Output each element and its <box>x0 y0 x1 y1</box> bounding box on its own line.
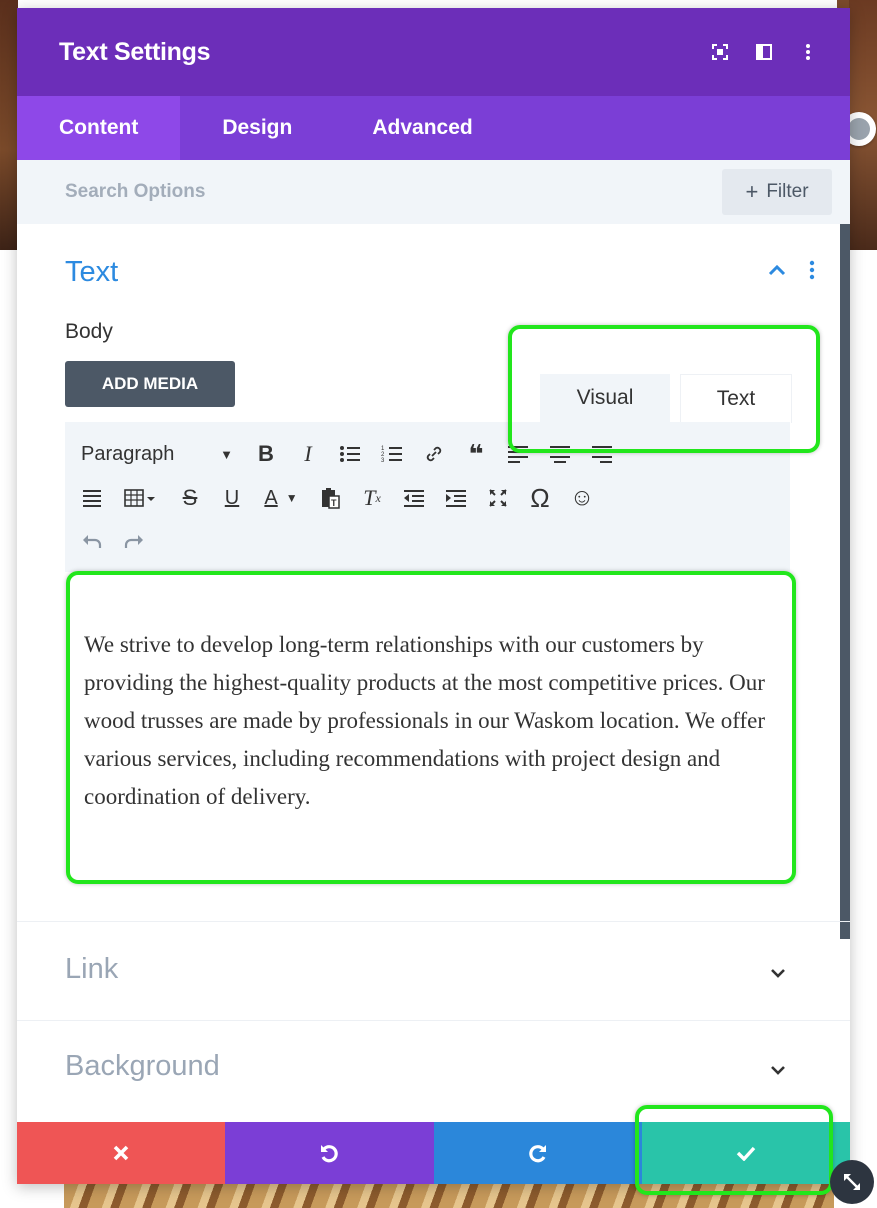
emoji-icon[interactable]: ☺ <box>561 476 603 520</box>
caret-down-icon: ▼ <box>220 446 233 462</box>
align-right-icon[interactable] <box>581 432 623 476</box>
format-select[interactable]: Paragraph ▼ <box>65 432 245 476</box>
section-title-link[interactable]: Link <box>65 953 118 986</box>
svg-text:3: 3 <box>381 458 385 464</box>
background-page-bottom <box>64 1183 834 1208</box>
chevron-down-icon[interactable] <box>769 963 787 984</box>
redo-icon <box>528 1145 546 1163</box>
editor-tab-text[interactable]: Text <box>680 374 792 423</box>
text-color-icon[interactable]: A ▼ <box>253 476 309 520</box>
fullscreen-icon[interactable] <box>477 476 519 520</box>
strikethrough-icon[interactable]: S <box>169 476 211 520</box>
bullet-list-icon[interactable] <box>329 432 371 476</box>
tab-content[interactable]: Content <box>17 96 181 160</box>
numbered-list-icon[interactable]: 123 <box>371 432 413 476</box>
underline-icon[interactable]: U <box>211 476 253 520</box>
filter-label: Filter <box>766 181 809 202</box>
toolbar-row-2: S U A ▼ T Tx Ω ☺ <box>65 476 603 520</box>
link-icon[interactable] <box>413 432 455 476</box>
section-divider <box>17 1020 850 1021</box>
background-page-left <box>0 0 18 250</box>
italic-icon[interactable]: I <box>287 432 329 476</box>
section-divider <box>17 921 850 922</box>
justify-icon[interactable] <box>71 476 113 520</box>
plus-icon: + <box>745 179 759 204</box>
check-icon <box>736 1146 756 1161</box>
toolbar-row-3 <box>65 520 155 564</box>
resize-handle-icon[interactable] <box>830 1160 874 1204</box>
section-title-background[interactable]: Background <box>65 1050 220 1083</box>
format-select-value: Paragraph <box>81 442 175 465</box>
chevron-down-icon[interactable] <box>769 1060 787 1081</box>
text-section: Text Body ADD MEDIA Visual Text Paragrap… <box>17 224 850 924</box>
blockquote-icon[interactable]: ❝ <box>455 432 497 476</box>
svg-text:T: T <box>331 498 337 508</box>
screen-icon[interactable] <box>698 30 742 74</box>
table-icon[interactable] <box>113 476 169 520</box>
save-button[interactable] <box>641 1122 850 1184</box>
clear-formatting-icon[interactable]: Tx <box>351 476 393 520</box>
search-bar: Search Options + Filter <box>17 160 850 224</box>
tab-advanced[interactable]: Advanced <box>332 96 512 160</box>
section-title-text[interactable]: Text <box>65 256 118 289</box>
body-label: Body <box>65 320 113 343</box>
omega-icon[interactable]: Ω <box>519 476 561 520</box>
modal-footer <box>17 1122 850 1184</box>
sidebar-icon[interactable] <box>742 30 786 74</box>
discard-button[interactable] <box>17 1122 226 1184</box>
chevron-up-icon[interactable] <box>767 260 787 283</box>
bold-icon[interactable]: B <box>245 432 287 476</box>
settings-modal: Text Settings Content Design Advanced Se… <box>17 8 850 1184</box>
editor-toolbar: Paragraph ▼ B I 123 ❝ S U A ▼ T T x Ω ☺ <box>65 422 790 572</box>
toolbar-row-1: Paragraph ▼ B I 123 ❝ <box>65 432 623 476</box>
redo-editor-icon[interactable] <box>113 520 155 564</box>
add-media-button[interactable]: ADD MEDIA <box>65 361 235 407</box>
redo-button[interactable] <box>433 1122 642 1184</box>
undo-button[interactable] <box>225 1122 434 1184</box>
tab-bar: Content Design Advanced <box>17 96 850 160</box>
close-icon <box>113 1145 129 1161</box>
align-left-icon[interactable] <box>497 432 539 476</box>
modal-title: Text Settings <box>59 37 211 66</box>
tab-design[interactable]: Design <box>180 96 332 160</box>
indent-icon[interactable] <box>435 476 477 520</box>
align-center-icon[interactable] <box>539 432 581 476</box>
more-icon[interactable] <box>786 30 830 74</box>
editor-body[interactable]: We strive to develop long-term relations… <box>65 572 790 882</box>
section-more-icon[interactable] <box>809 260 815 286</box>
paste-text-icon[interactable]: T <box>309 476 351 520</box>
undo-icon <box>321 1145 339 1163</box>
modal-header: Text Settings <box>17 8 850 96</box>
undo-editor-icon[interactable] <box>71 520 113 564</box>
editor-content[interactable]: We strive to develop long-term relations… <box>84 626 784 816</box>
outdent-icon[interactable] <box>393 476 435 520</box>
editor-tab-visual[interactable]: Visual <box>540 374 670 422</box>
filter-button[interactable]: + Filter <box>722 169 832 215</box>
